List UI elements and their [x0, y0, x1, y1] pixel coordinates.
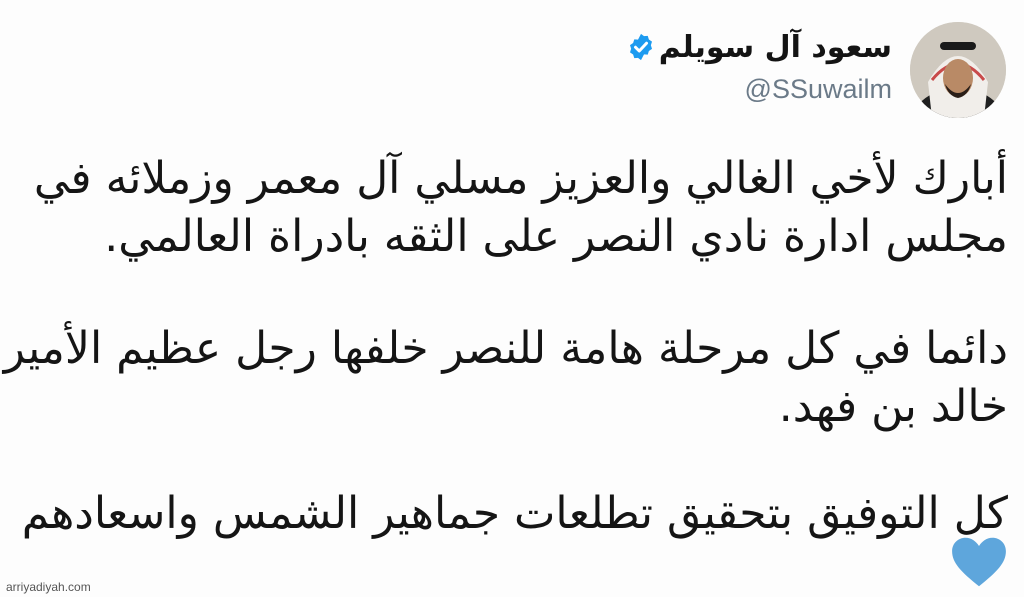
tweet-paragraph: كل التوفيق بتحقيق تطلعات جماهير الشمس وا… [22, 485, 1008, 543]
avatar[interactable] [910, 22, 1006, 118]
author-handle[interactable]: @SSuwailm [745, 74, 892, 105]
verified-badge-icon [630, 33, 652, 61]
tweet-text-line: دائما في كل مرحلة هامة للنصر خلفها رجل ع… [3, 323, 1008, 374]
author-display-name[interactable]: سعود آل سويلم [659, 30, 892, 65]
tweet-text-line: خالد بن فهد. [778, 381, 1008, 432]
blue-heart-icon [952, 537, 1006, 587]
tweet-text-line: كل التوفيق بتحقيق تطلعات جماهير الشمس وا… [21, 488, 1008, 539]
profile-photo-icon [910, 22, 1006, 118]
watermark: arriyadiyah.com [6, 580, 91, 594]
tweet-paragraph: دائما في كل مرحلة هامة للنصر خلفها رجل ع… [4, 320, 1008, 436]
tweet-paragraph: أبارك لأخي الغالي والعزيز مسلي آل معمر و… [34, 150, 1008, 266]
tweet-text-line: مجلس ادارة نادي النصر على الثقه بادراة ا… [104, 211, 1008, 262]
tweet-card: سعود آل سويلم @SSuwailm أبارك لأخي الغال… [0, 0, 1024, 597]
tweet-text-line: أبارك لأخي الغالي والعزيز مسلي آل معمر و… [33, 153, 1008, 204]
